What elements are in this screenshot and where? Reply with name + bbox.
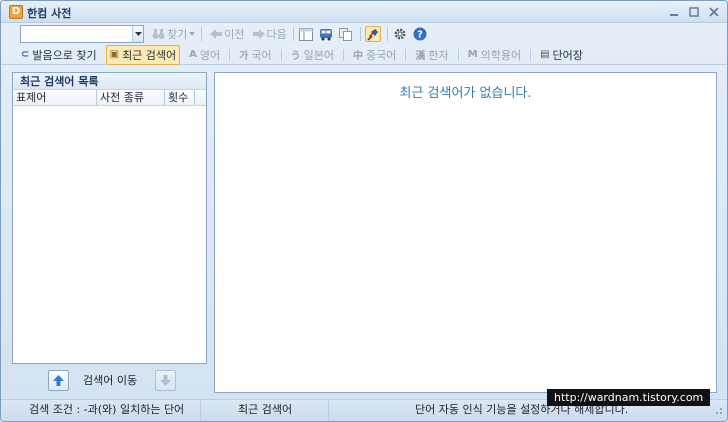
window-controls	[667, 6, 721, 18]
korean-icon: 가	[239, 51, 249, 62]
close-icon	[709, 7, 719, 17]
copy-button[interactable]	[338, 26, 354, 42]
minimize-icon	[670, 14, 678, 16]
recent-search-list[interactable]	[13, 106, 206, 362]
column-header-count[interactable]: 횟수	[165, 90, 195, 105]
toolbar-divider	[405, 48, 407, 61]
wordbook-icon: ▤	[540, 49, 550, 60]
chinese-dictionary-button[interactable]: 中 중국어	[353, 47, 396, 63]
forward-button[interactable]: 다음	[252, 26, 287, 42]
move-up-button[interactable]	[48, 369, 69, 391]
recent-search-icon: ▣	[109, 49, 120, 60]
toolbar-divider	[280, 48, 282, 61]
empty-result-message: 최근 검색어가 없습니다.	[399, 86, 532, 101]
hanja-icon: 漢	[415, 51, 426, 62]
arrow-down-icon	[160, 374, 172, 386]
toolbar-divider	[386, 27, 388, 41]
maximize-icon	[689, 7, 699, 17]
bus-button[interactable]	[318, 26, 334, 42]
english-icon: A	[189, 49, 197, 60]
medical-icon: M	[467, 49, 478, 60]
gear-icon	[394, 28, 406, 40]
list-column-headers: 표제어 사전 종류 횟수	[13, 90, 206, 106]
arrow-left-icon	[210, 29, 223, 39]
window-title: 한컴 사전	[27, 7, 72, 20]
auto-recognition-toggle[interactable]	[364, 26, 381, 42]
main-toolbar: 찾기 이전 다음 ?	[1, 23, 727, 45]
english-label: 영어	[199, 48, 221, 62]
search-input[interactable]	[21, 26, 131, 42]
japanese-dictionary-button[interactable]: う 일본어	[291, 47, 334, 63]
bus-icon	[319, 28, 332, 40]
toolbar-divider	[343, 48, 344, 61]
japanese-label: 일본어	[303, 48, 334, 62]
layout-button[interactable]	[298, 26, 314, 42]
pronunciation-icon: ⊂	[21, 49, 30, 60]
copy-icon	[339, 27, 353, 41]
dictionary-window: D 한컴 사전 찾기 이전 다음 ? ⊂ 발음으로 찾기 ▣ 최근 검색어 A …	[0, 0, 728, 422]
move-search-label: 검색어 이동	[83, 374, 138, 387]
help-icon: ?	[413, 27, 427, 41]
column-header-extra	[195, 90, 206, 105]
korean-dictionary-button[interactable]: 가 국어	[239, 47, 271, 63]
binoculars-icon	[152, 29, 165, 39]
english-dictionary-button[interactable]: A 영어	[189, 47, 220, 63]
back-button[interactable]: 이전	[210, 26, 245, 42]
column-header-headword[interactable]: 표제어	[13, 90, 97, 105]
move-down-button[interactable]	[155, 369, 177, 391]
search-combobox[interactable]	[20, 25, 144, 43]
app-logo-icon: D	[9, 5, 23, 19]
layout-icon	[298, 27, 313, 41]
toolbar-divider	[292, 27, 294, 41]
close-button[interactable]	[707, 6, 721, 18]
status-search-condition: 검색 조건 : -과(와) 일치하는 단어	[1, 400, 201, 421]
medical-label: 의학용어	[480, 48, 522, 62]
wordbook-button[interactable]: ▤ 단어장	[540, 47, 583, 63]
svg-text:?: ?	[417, 30, 423, 41]
settings-button[interactable]	[392, 26, 408, 42]
medical-dictionary-button[interactable]: M 의학용어	[468, 47, 521, 63]
find-label: 찾기	[167, 28, 188, 41]
toolbar-divider	[530, 48, 532, 61]
pronunciation-search-label: 발음으로 찾기	[32, 48, 97, 62]
toolbar-divider	[359, 27, 361, 41]
arrow-up-icon	[53, 374, 64, 386]
minimize-button[interactable]	[667, 6, 681, 18]
hanja-dictionary-button[interactable]: 漢 한자	[415, 47, 448, 63]
hanja-label: 한자	[428, 48, 449, 62]
find-button[interactable]: 찾기	[152, 26, 196, 42]
chinese-icon: 中	[353, 51, 363, 62]
resize-grip-icon[interactable]	[713, 405, 723, 415]
chinese-label: 중국어	[366, 48, 397, 62]
wordbook-label: 단어장	[552, 48, 583, 62]
pronunciation-search-button[interactable]: ⊂ 발음으로 찾기	[21, 47, 97, 63]
dictionary-toolbar: ⊂ 발음으로 찾기 ▣ 최근 검색어 A 영어 가 국어 う 일본어 中 중국어…	[1, 44, 727, 65]
korean-label: 국어	[251, 48, 272, 62]
pin-icon	[367, 28, 379, 41]
toolbar-divider	[201, 27, 203, 41]
forward-label: 다음	[266, 28, 287, 41]
arrow-right-icon	[252, 29, 265, 39]
recent-search-label: 최근 검색어	[122, 48, 177, 62]
recent-search-list-panel: 최근 검색어 목록 표제어 사전 종류 횟수	[12, 72, 207, 364]
chevron-down-icon	[189, 32, 196, 36]
recent-search-button[interactable]: ▣ 최근 검색어	[105, 44, 181, 65]
title-bar[interactable]: D 한컴 사전	[1, 1, 727, 23]
toolbar-divider	[229, 48, 231, 61]
watermark-url: http://wardnam.tistory.com	[547, 389, 711, 406]
help-button[interactable]: ?	[412, 26, 428, 42]
column-header-dictionary-type[interactable]: 사전 종류	[97, 90, 165, 105]
status-mode: 최근 검색어	[201, 400, 329, 421]
maximize-button[interactable]	[687, 6, 701, 18]
back-label: 이전	[224, 28, 245, 41]
japanese-icon: う	[290, 51, 301, 62]
toolbar-divider	[457, 48, 459, 61]
result-panel[interactable]: 최근 검색어가 없습니다.	[214, 72, 717, 393]
chevron-down-icon	[134, 32, 142, 36]
recent-list-title: 최근 검색어 목록	[13, 73, 206, 90]
combo-dropdown-button[interactable]	[132, 26, 143, 42]
move-controls: 검색어 이동	[12, 369, 207, 391]
